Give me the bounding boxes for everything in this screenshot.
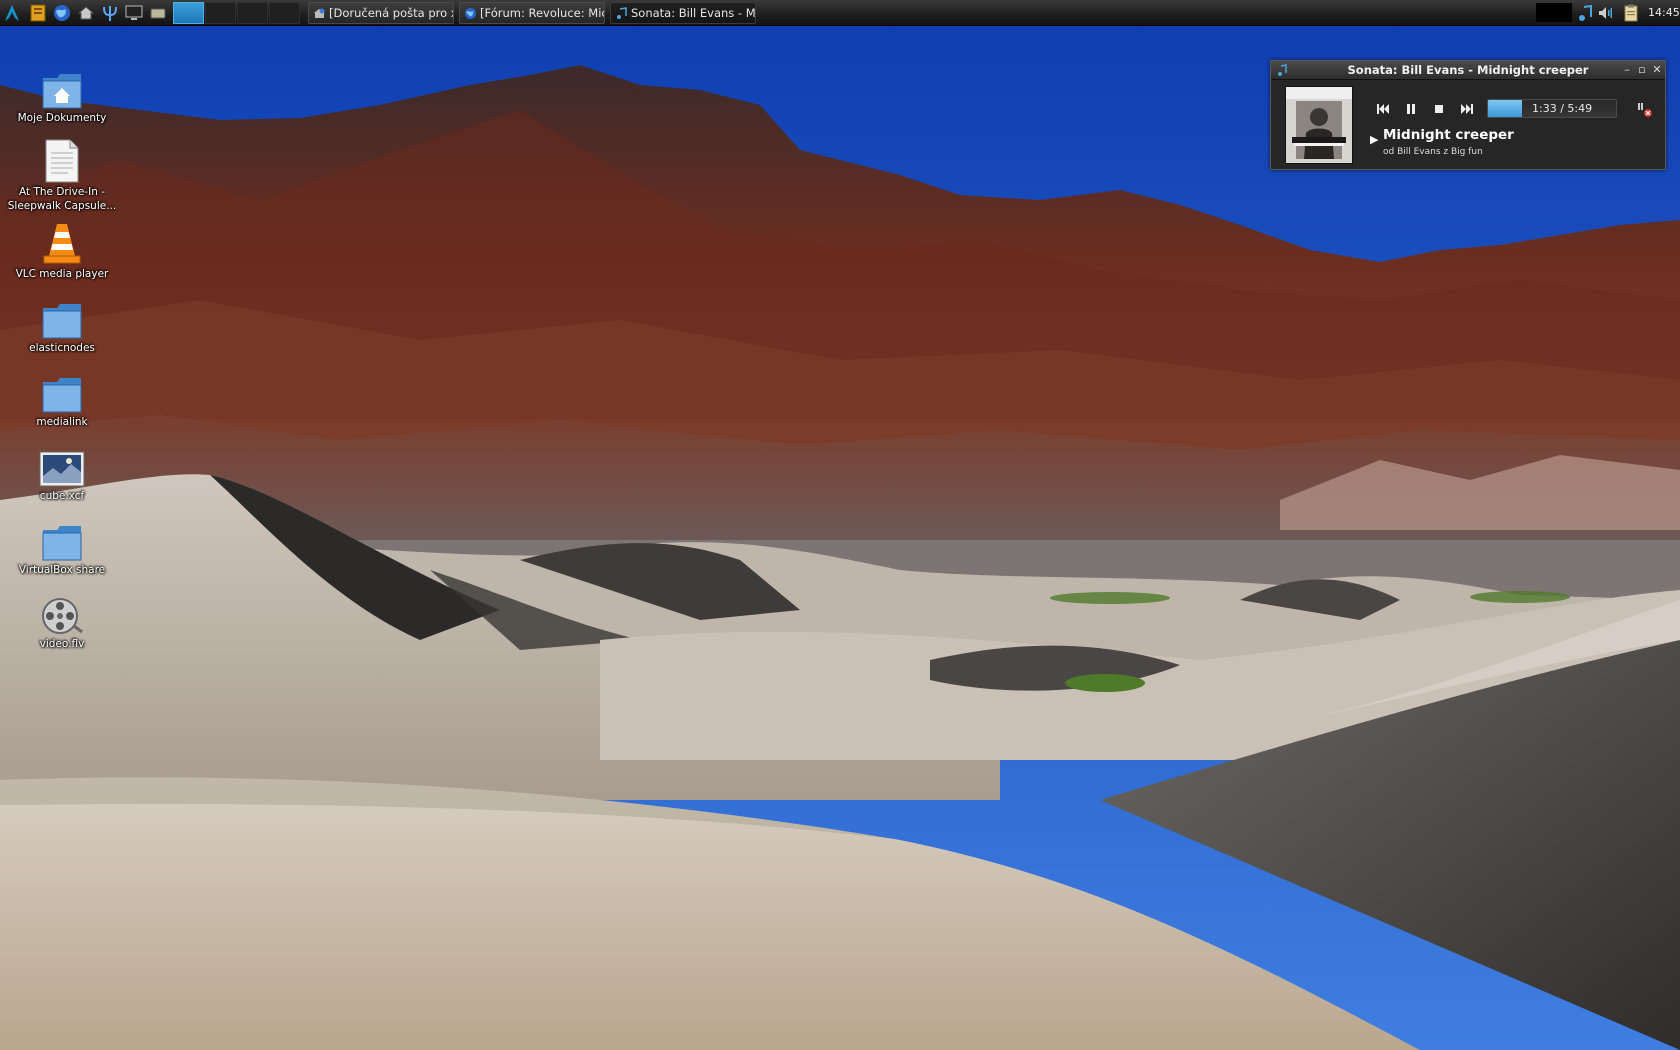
workspace-1[interactable] xyxy=(173,2,204,24)
home-folder-icon xyxy=(38,62,86,110)
desktop-icon-label: cube.xcf xyxy=(39,490,85,502)
monitor-icon[interactable] xyxy=(124,3,144,23)
folder-icon xyxy=(38,292,86,340)
close-button[interactable]: ✕ xyxy=(1650,63,1664,77)
desktop-icon-label: At The Drive-In - Sleepwalk Capsule... xyxy=(7,186,117,212)
tray-black-box xyxy=(1536,3,1572,22)
music-note-icon xyxy=(615,6,628,20)
desktop-icon-vlc[interactable]: VLC media player xyxy=(2,218,122,281)
volume-muted-icon[interactable] xyxy=(1635,99,1655,119)
file-manager-icon[interactable] xyxy=(28,3,48,23)
desktop-icon-medialink[interactable]: medialink xyxy=(2,366,122,429)
pause-button[interactable] xyxy=(1400,98,1422,120)
stop-button[interactable] xyxy=(1428,98,1450,120)
playing-arrow-icon: ▶ xyxy=(1370,133,1379,146)
progress-time: 1:33 / 5:49 xyxy=(1532,102,1593,115)
home-icon[interactable] xyxy=(76,3,96,23)
task-label: [Doručená pošta pro xm... xyxy=(329,6,453,20)
text-file-icon xyxy=(38,136,86,184)
sonata-app-icon[interactable] xyxy=(1276,63,1288,77)
desktop-icon-elasticnodes[interactable]: elasticnodes xyxy=(2,292,122,355)
desktop-icon-moje-dokumenty[interactable]: Moje Dokumenty xyxy=(2,62,122,125)
mail-app-icon xyxy=(313,7,326,20)
folder-icon xyxy=(38,366,86,414)
progress-fill xyxy=(1488,100,1523,117)
tray-clipboard-icon[interactable] xyxy=(1622,3,1640,23)
desktop-icon-label: VirtualBox share xyxy=(18,564,106,576)
film-reel-icon xyxy=(38,588,86,636)
minimize-button[interactable]: – xyxy=(1620,63,1634,77)
tray-music-note-icon[interactable] xyxy=(1576,3,1594,23)
web-browser-icon[interactable] xyxy=(52,3,72,23)
drive-icon[interactable] xyxy=(148,3,168,23)
window-title: Sonata: Bill Evans - Midnight creeper xyxy=(1347,63,1589,77)
desktop-icon-label: elasticnodes xyxy=(29,342,95,354)
task-label: Sonata: Bill Evans - Mid... xyxy=(631,6,756,20)
desktop-icon-cube-xcf[interactable]: cube.xcf xyxy=(2,440,122,503)
album-art[interactable] xyxy=(1285,86,1353,164)
clock[interactable]: 14:45 xyxy=(1648,0,1680,26)
top-panel: [Doručená pošta pro xm... [Fórum: Revolu… xyxy=(0,0,1680,26)
folder-icon xyxy=(38,514,86,562)
workspace-3[interactable] xyxy=(237,2,268,24)
desktop-icon-label: video.flv xyxy=(39,638,85,650)
browser-globe-icon xyxy=(464,7,477,20)
vlc-cone-icon xyxy=(38,218,86,266)
task-sonata[interactable]: Sonata: Bill Evans - Mid... xyxy=(610,2,756,24)
window-titlebar[interactable]: Sonata: Bill Evans - Midnight creeper xyxy=(1271,61,1665,80)
task-label: [Fórum: Revoluce: Micro... xyxy=(480,6,604,20)
tray-volume-icon[interactable] xyxy=(1596,3,1614,23)
sonata-window: Sonata: Bill Evans - Midnight creeper – … xyxy=(1270,60,1666,170)
desktop-icon-at-the-drive-in[interactable]: At The Drive-In - Sleepwalk Capsule... xyxy=(2,136,122,213)
song-title: Midnight creeper xyxy=(1383,127,1514,143)
progress-bar[interactable]: 1:33 / 5:49 xyxy=(1487,99,1617,118)
next-track-button[interactable] xyxy=(1456,98,1478,120)
desktop-icon-label: medialink xyxy=(36,416,88,428)
workspace-4[interactable] xyxy=(269,2,300,24)
song-artist-album: od Bill Evans z Big fun xyxy=(1383,147,1483,157)
image-file-icon xyxy=(38,440,86,488)
desktop-icon-label: Moje Dokumenty xyxy=(17,112,107,124)
workspace-pager xyxy=(173,2,300,24)
previous-track-button[interactable] xyxy=(1372,98,1394,120)
arch-menu-icon[interactable] xyxy=(2,3,22,23)
maximize-button[interactable]: ▫ xyxy=(1635,63,1649,77)
desktop-icon-virtualbox-share[interactable]: VirtualBox share xyxy=(2,514,122,577)
task-mail[interactable]: [Doručená pošta pro xm... xyxy=(308,2,454,24)
task-forum[interactable]: [Fórum: Revoluce: Micro... xyxy=(459,2,605,24)
workspace-2[interactable] xyxy=(205,2,236,24)
desktop-icon-label: VLC media player xyxy=(15,268,109,280)
desktop-icon-video-flv[interactable]: video.flv xyxy=(2,588,122,651)
psi-icon[interactable] xyxy=(100,3,120,23)
